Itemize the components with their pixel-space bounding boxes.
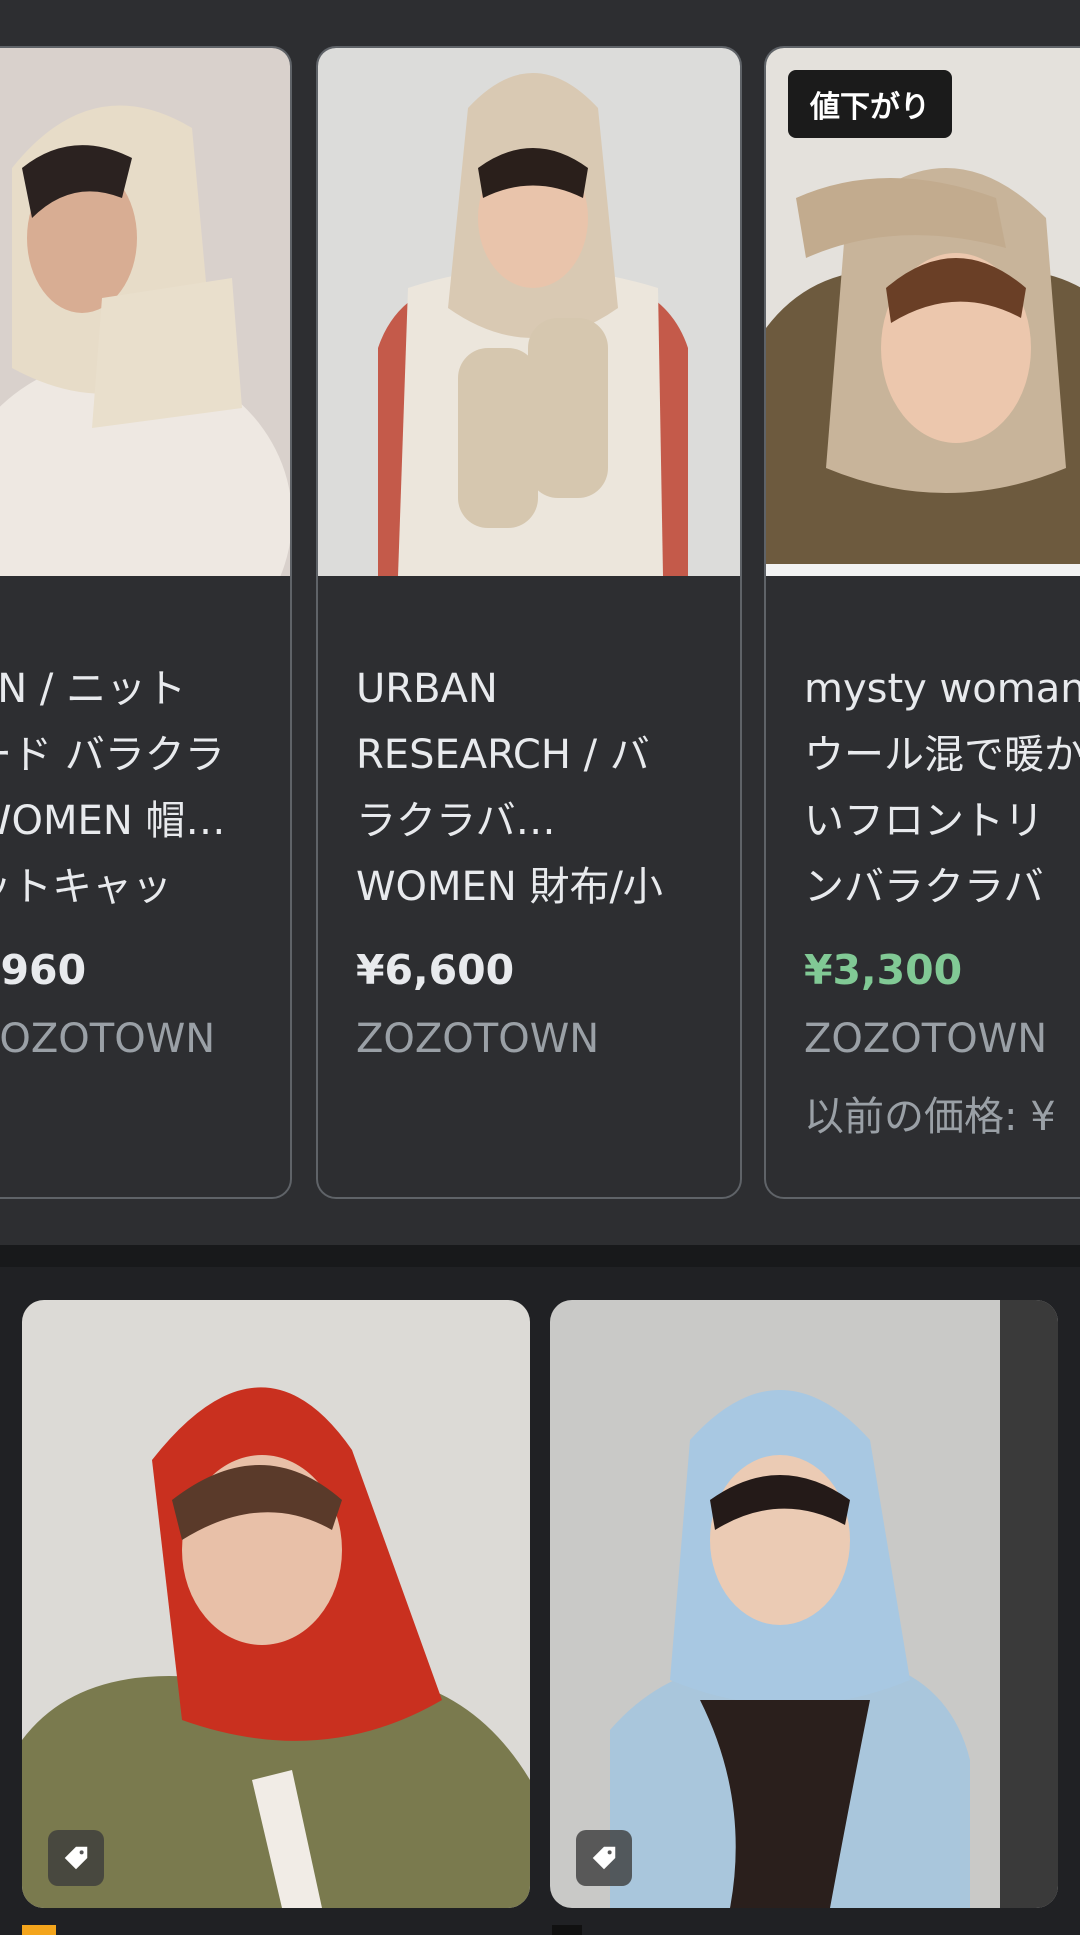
source-favicon xyxy=(22,1925,56,1935)
product-card[interactable]: 値下がり mysty woman ウール混で暖か いフロントリ ンバラクラバ ¥… xyxy=(764,46,1080,1199)
image-result-tile[interactable] xyxy=(22,1300,530,1908)
store-name: ZOZOTOWN xyxy=(0,1016,216,1062)
product-price: ¥3,300 xyxy=(804,946,963,994)
tag-icon[interactable] xyxy=(48,1830,104,1886)
product-price: ¥6,600 xyxy=(356,946,515,994)
previous-price: 以前の価格: ¥ xyxy=(804,1094,1056,1140)
price-drop-badge: 値下がり xyxy=(788,70,952,138)
product-title: mysty woman ウール混で暖か いフロントリ ンバラクラバ xyxy=(804,666,1080,910)
tag-icon[interactable] xyxy=(576,1830,632,1886)
product-card[interactable]: URBAN RESEARCH / バ ラクラバ… WOMEN 財布/小 ¥6,6… xyxy=(316,46,742,1199)
product-image xyxy=(318,48,740,576)
store-name: ZOZOTOWN xyxy=(804,1016,1048,1062)
product-image xyxy=(0,48,290,576)
product-title: URBAN RESEARCH / バ ラクラバ… WOMEN 財布/小 xyxy=(356,666,663,910)
section-divider xyxy=(0,1245,1080,1267)
image-result-tile[interactable] xyxy=(550,1300,1058,1908)
source-favicon xyxy=(552,1925,582,1935)
product-price: ¥960 xyxy=(0,946,87,994)
store-name: ZOZOTOWN xyxy=(356,1016,600,1062)
product-title: EN / ニット ード バラクラ WOMEN 帽… ットキャッ xyxy=(0,666,226,910)
product-card[interactable]: EN / ニット ード バラクラ WOMEN 帽… ットキャッ ¥960 ZOZ… xyxy=(0,46,292,1199)
